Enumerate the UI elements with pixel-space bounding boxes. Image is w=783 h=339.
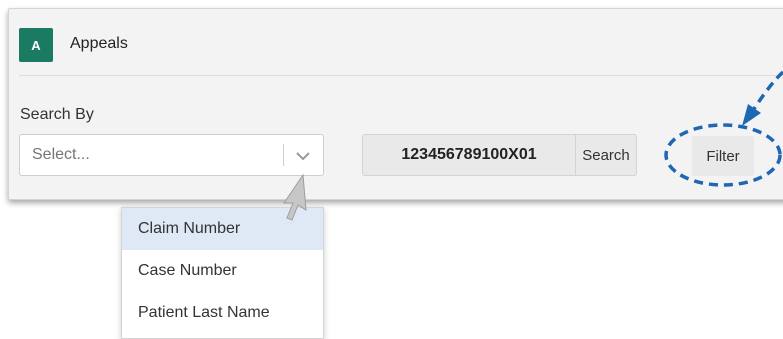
dropdown-item-claim-number[interactable]: Claim Number: [122, 208, 323, 250]
search-by-label: Search By: [20, 106, 94, 123]
header-divider: [19, 75, 783, 76]
select-separator: [283, 144, 284, 166]
chevron-down-icon[interactable]: [292, 145, 314, 167]
page-title: Appeals: [70, 35, 128, 52]
search-button[interactable]: Search: [575, 134, 637, 176]
filter-button[interactable]: Filter: [692, 136, 754, 176]
dropdown-item-patient-last-name[interactable]: Patient Last Name: [122, 292, 323, 334]
dropdown-item-case-number[interactable]: Case Number: [122, 250, 323, 292]
select-placeholder: Select...: [32, 146, 90, 163]
claim-number-input[interactable]: 123456789100X01: [362, 134, 575, 176]
search-by-dropdown: Claim Number Case Number Patient Last Na…: [121, 207, 324, 339]
app-badge: A: [19, 28, 53, 62]
app-badge-letter: A: [31, 37, 41, 53]
search-by-select[interactable]: Select...: [19, 134, 324, 176]
